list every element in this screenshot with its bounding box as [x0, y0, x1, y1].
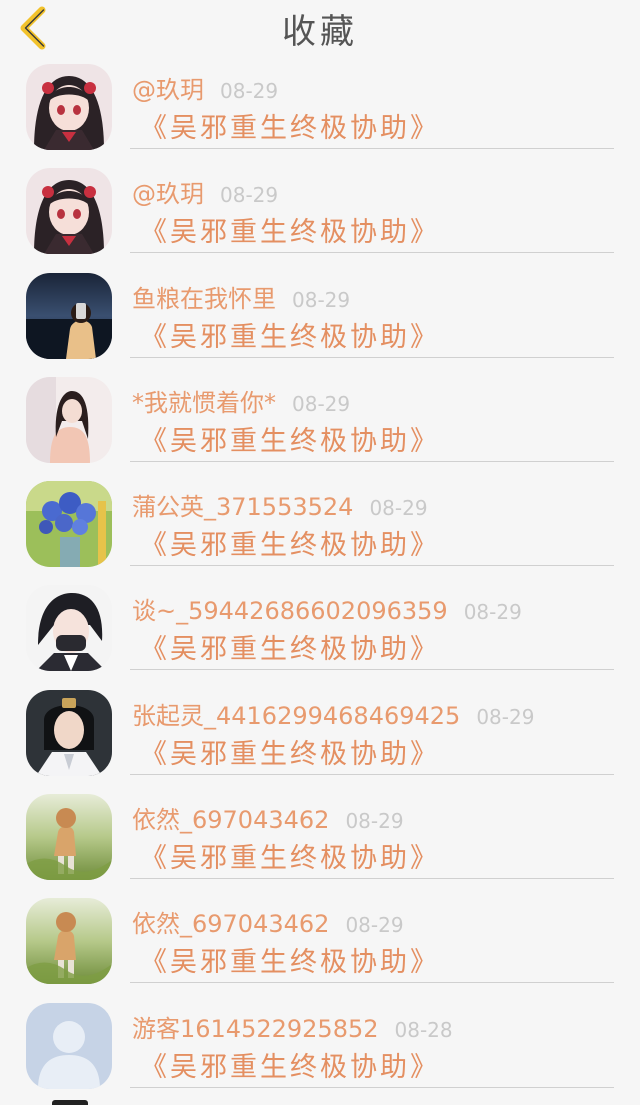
girl-night-sea-photo: [26, 272, 112, 359]
row-divider: [130, 252, 614, 254]
user-name[interactable]: 张起灵_4416299468469425: [132, 696, 460, 731]
favorite-list-item[interactable]: 谈~_59442686602096359 08-29 《吴邪重生终极协助》: [0, 577, 640, 681]
user-info-line: 游客1614522925852 08-28: [132, 1009, 453, 1043]
row-divider: [130, 565, 614, 567]
book-title[interactable]: 《吴邪重生终极协助》: [140, 940, 440, 979]
user-avatar[interactable]: [26, 376, 112, 463]
favorite-list-item[interactable]: 游客1614522925852 08-28 《吴邪重生终极协助》: [0, 995, 640, 1099]
favorite-list-item[interactable]: 鱼粮在我怀里 08-29 《吴邪重生终极协助》: [0, 265, 640, 369]
girl-pink-sweater-photo: [26, 376, 112, 463]
user-name[interactable]: @玖玥: [132, 70, 204, 105]
row-divider: [130, 460, 614, 462]
book-title[interactable]: 《吴邪重生终极协助》: [140, 523, 440, 562]
user-avatar[interactable]: [26, 64, 112, 150]
favorite-list-item[interactable]: *我就惯着你* 08-29 《吴邪重生终极协助》: [0, 369, 640, 473]
favorite-date: 08-29: [369, 496, 428, 521]
book-title[interactable]: 《吴邪重生终极协助》: [140, 1045, 440, 1084]
user-info-line: @玖玥 08-29: [132, 70, 279, 104]
user-info-line: @玖玥 08-29: [132, 174, 279, 208]
book-title[interactable]: 《吴邪重生终极协助》: [140, 419, 440, 458]
anime-girl-dark-hair-icon: [26, 64, 112, 150]
favorite-list-item[interactable]: 蒲公英_371553524 08-29 《吴邪重生终极协助》: [0, 473, 640, 577]
blue-flowers-vase-photo: [26, 481, 112, 568]
book-title[interactable]: 《吴邪重生终极协助》: [140, 315, 440, 354]
user-info-line: 鱼粮在我怀里 08-29: [132, 279, 351, 313]
favorite-date: 08-29: [292, 287, 351, 312]
favorite-list-item[interactable]: @玖玥 08-29 《吴邪重生终极协助》: [0, 160, 640, 264]
favorite-date: 08-29: [345, 809, 404, 834]
favorite-list-item[interactable]: 依然_697043462 08-29 《吴邪重生终极协助》: [0, 786, 640, 890]
user-avatar[interactable]: [26, 1002, 112, 1089]
user-avatar[interactable]: [26, 689, 112, 776]
favorite-date: 08-29: [220, 79, 279, 103]
row-divider: [130, 1086, 614, 1088]
user-name[interactable]: @玖玥: [132, 174, 204, 209]
favorite-date: 08-28: [394, 1017, 453, 1042]
anime-boy-mask-icon: [26, 585, 112, 672]
book-title[interactable]: 《吴邪重生终极协助》: [140, 627, 440, 666]
book-title[interactable]: 《吴邪重生终极协助》: [140, 106, 440, 145]
page-title: 收藏: [282, 12, 358, 52]
user-avatar[interactable]: [26, 794, 112, 881]
row-divider: [130, 356, 614, 358]
user-avatar[interactable]: [26, 898, 112, 985]
row-divider: [130, 982, 614, 984]
row-divider: [130, 773, 614, 775]
user-name[interactable]: 蒲公英_371553524: [132, 487, 353, 522]
favorite-date: 08-29: [220, 183, 279, 208]
user-name[interactable]: 谈~_59442686602096359: [132, 591, 448, 626]
user-name[interactable]: 游客1614522925852: [132, 1009, 379, 1044]
row-divider: [130, 669, 614, 671]
user-info-line: 蒲公英_371553524 08-29: [132, 487, 428, 521]
book-title[interactable]: 《吴邪重生终极协助》: [140, 210, 440, 249]
row-divider: [130, 148, 614, 149]
anime-girl-dark-hair-icon: [26, 168, 112, 255]
user-info-line: 依然_697043462 08-29: [132, 904, 404, 938]
top-bar: 收藏: [0, 0, 640, 54]
favorite-date: 08-29: [292, 391, 351, 416]
favorite-date: 08-29: [463, 600, 522, 625]
favorite-date: 08-29: [476, 704, 535, 729]
user-avatar[interactable]: [26, 481, 112, 568]
user-info-line: 张起灵_4416299468469425 08-29: [132, 696, 535, 730]
girl-grass-field-photo: [26, 898, 112, 985]
user-name[interactable]: 依然_697043462: [132, 904, 329, 939]
row-divider: [130, 878, 614, 880]
favorite-list-item[interactable]: @玖玥 08-29 《吴邪重生终极协助》: [0, 56, 640, 160]
favorite-list-item[interactable]: 依然_697043462 08-29 《吴邪重生终极协助》: [0, 890, 640, 994]
book-title[interactable]: 《吴邪重生终极协助》: [140, 836, 440, 875]
user-name[interactable]: 依然_697043462: [132, 800, 329, 835]
book-title[interactable]: 《吴邪重生终极协助》: [140, 732, 440, 771]
girl-grass-field-photo: [26, 794, 112, 881]
next-item-peek: [52, 1100, 88, 1105]
costume-man-white-robe-photo: [26, 689, 112, 776]
user-info-line: *我就惯着你* 08-29: [132, 383, 351, 417]
user-avatar[interactable]: [26, 168, 112, 255]
user-info-line: 依然_697043462 08-29: [132, 800, 404, 834]
user-name[interactable]: 鱼粮在我怀里: [132, 279, 276, 314]
default-user-icon: [26, 1002, 112, 1089]
favorites-list: @玖玥 08-29 《吴邪重生终极协助》 @玖玥 08-29 《吴邪重生终极协助》 鱼粮在我…: [0, 56, 640, 1099]
favorite-date: 08-29: [345, 913, 404, 938]
user-info-line: 谈~_59442686602096359 08-29: [132, 591, 522, 625]
user-avatar[interactable]: [26, 585, 112, 672]
user-name[interactable]: *我就惯着你*: [132, 383, 276, 418]
user-avatar[interactable]: [26, 272, 112, 359]
favorite-list-item[interactable]: 张起灵_4416299468469425 08-29 《吴邪重生终极协助》: [0, 682, 640, 786]
